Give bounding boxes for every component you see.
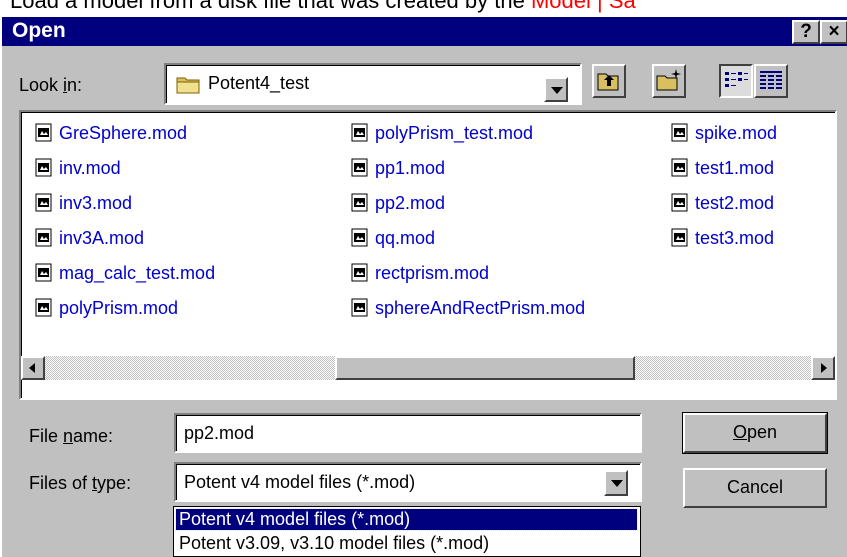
file-type-label: Files of type: bbox=[29, 473, 132, 493]
model-file-icon bbox=[35, 263, 53, 283]
model-file-icon bbox=[351, 193, 369, 213]
file-item[interactable]: test2.mod bbox=[671, 190, 774, 216]
file-name-text: mag_calc_test.mod bbox=[59, 262, 216, 283]
model-file-icon bbox=[671, 123, 689, 143]
cancel-button[interactable]: Cancel bbox=[683, 468, 827, 508]
file-item[interactable]: test1.mod bbox=[671, 155, 774, 181]
model-file-icon bbox=[671, 193, 689, 213]
model-file-icon bbox=[35, 193, 53, 213]
model-file-icon bbox=[35, 228, 53, 248]
file-name-text: GreSphere.mod bbox=[59, 122, 188, 143]
file-item[interactable]: polyPrism.mod bbox=[35, 295, 178, 321]
file-name-text: pp1.mod bbox=[375, 157, 446, 178]
create-new-folder-icon bbox=[654, 69, 684, 100]
look-in-value: Potent4_test bbox=[208, 73, 310, 93]
dialog-title: Open bbox=[12, 19, 66, 42]
open-dialog: Open ? × Look in: Potent4_test test3.mod… bbox=[0, 17, 847, 557]
up-one-level-icon bbox=[594, 73, 624, 100]
arrow-left-icon bbox=[29, 363, 35, 373]
list-view-button[interactable] bbox=[719, 64, 753, 98]
model-file-icon bbox=[35, 123, 53, 143]
model-file-icon bbox=[351, 263, 369, 283]
file-name-label: File name: bbox=[29, 426, 114, 446]
file-item[interactable]: rectprism.mod bbox=[351, 260, 489, 286]
background-link[interactable]: Model | Sa bbox=[531, 0, 636, 13]
file-item[interactable]: sphereAndRectPrism.mod bbox=[351, 295, 585, 321]
look-in-label: Look in: bbox=[19, 75, 83, 95]
up-one-level-button[interactable] bbox=[592, 64, 626, 98]
background-text: Load a model from a disk file that was c… bbox=[10, 0, 636, 14]
file-name-text: test1.mod bbox=[695, 157, 775, 178]
file-name-text: test3.mod bbox=[695, 227, 775, 248]
file-item[interactable]: GreSphere.mod bbox=[35, 120, 187, 146]
model-file-icon bbox=[671, 228, 689, 248]
details-view-icon bbox=[756, 71, 786, 100]
file-item[interactable]: pp2.mod bbox=[351, 190, 445, 216]
file-name-text: qq.mod bbox=[375, 227, 436, 248]
file-item[interactable]: inv3A.mod bbox=[35, 225, 144, 251]
file-name-text: spike.mod bbox=[695, 122, 778, 143]
scroll-left-button[interactable] bbox=[21, 356, 45, 380]
file-item[interactable]: qq.mod bbox=[351, 225, 435, 251]
look-in-combo[interactable]: Potent4_test bbox=[164, 63, 582, 105]
model-file-icon bbox=[351, 158, 369, 178]
file-type-dropdown-list: Potent v4 model files (*.mod) Potent v3.… bbox=[173, 506, 641, 557]
file-name-input[interactable]: pp2.mod bbox=[174, 413, 642, 453]
close-button[interactable]: × bbox=[820, 20, 847, 44]
model-file-icon bbox=[351, 228, 369, 248]
file-type-value: Potent v4 model files (*.mod) bbox=[184, 472, 416, 492]
help-button[interactable]: ? bbox=[792, 20, 820, 44]
scroll-right-button[interactable] bbox=[811, 356, 835, 380]
file-item[interactable]: test3.mod bbox=[671, 225, 774, 251]
file-type-dropdown-button[interactable] bbox=[604, 470, 628, 496]
file-name-text: pp2.mod bbox=[375, 192, 446, 213]
list-view-icon bbox=[721, 72, 751, 100]
folder-icon bbox=[176, 74, 202, 99]
file-name-text: polyPrism.mod bbox=[59, 297, 179, 318]
model-file-icon bbox=[35, 298, 53, 318]
file-name-value: pp2.mod bbox=[184, 423, 255, 443]
file-item[interactable]: spike.mod bbox=[671, 120, 777, 146]
file-list[interactable]: test3.mod test2.mod test1.mod spike.mod sphe… bbox=[19, 110, 837, 400]
arrow-right-icon bbox=[821, 363, 827, 373]
file-name-text: inv3A.mod bbox=[59, 227, 145, 248]
background-sentence: Load a model from a disk file that was c… bbox=[10, 0, 531, 13]
horizontal-scrollbar[interactable] bbox=[21, 356, 835, 380]
model-file-icon bbox=[35, 158, 53, 178]
create-new-folder-button[interactable] bbox=[652, 64, 686, 98]
file-name-text: test2.mod bbox=[695, 192, 775, 213]
file-type-select[interactable]: Potent v4 model files (*.mod) bbox=[174, 462, 642, 502]
scrollbar-thumb[interactable] bbox=[335, 356, 635, 380]
file-name-text: inv.mod bbox=[59, 157, 121, 178]
file-type-option-2[interactable]: Potent v3.09, v3.10 model files (*.mod) bbox=[176, 533, 489, 554]
file-item[interactable]: inv3.mod bbox=[35, 190, 132, 216]
file-name-text: polyPrism_test.mod bbox=[375, 122, 534, 143]
details-view-button[interactable] bbox=[754, 64, 788, 98]
file-type-option-1[interactable]: Potent v4 model files (*.mod) bbox=[175, 508, 638, 531]
open-button[interactable]: Open bbox=[682, 412, 828, 454]
file-item[interactable]: mag_calc_test.mod bbox=[35, 260, 215, 286]
model-file-icon bbox=[351, 123, 369, 143]
look-in-dropdown-button[interactable] bbox=[544, 77, 568, 102]
file-item[interactable]: pp1.mod bbox=[351, 155, 445, 181]
file-name-text: rectprism.mod bbox=[375, 262, 490, 283]
model-file-icon bbox=[671, 158, 689, 178]
file-name-text: inv3.mod bbox=[59, 192, 133, 213]
file-item[interactable]: polyPrism_test.mod bbox=[351, 120, 533, 146]
file-name-text: sphereAndRectPrism.mod bbox=[375, 297, 586, 318]
title-bar[interactable]: Open ? × bbox=[2, 17, 847, 46]
file-item[interactable]: inv.mod bbox=[35, 155, 121, 181]
model-file-icon bbox=[351, 298, 369, 318]
